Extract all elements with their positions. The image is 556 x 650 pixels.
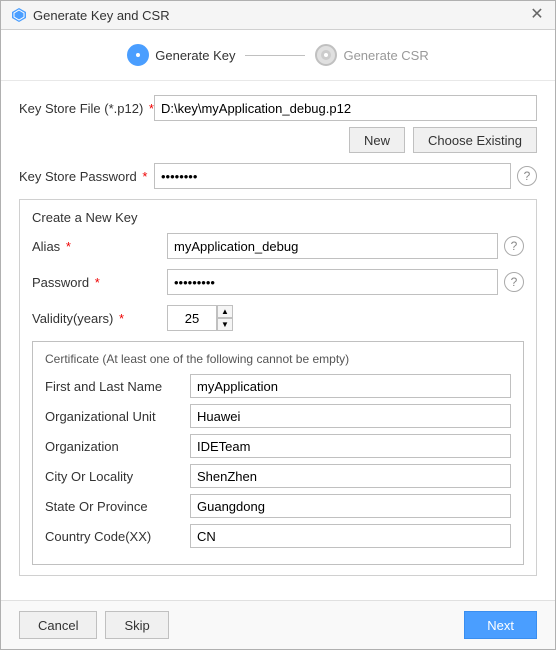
password-help-icon[interactable]: ? bbox=[517, 166, 537, 186]
keystore-label: Key Store File (*.p12) * bbox=[19, 101, 154, 116]
key-password-label: Password * bbox=[32, 275, 167, 290]
cert-row-2: Organization bbox=[45, 434, 511, 458]
validity-spinner: ▲ ▼ bbox=[167, 305, 233, 331]
cert-label-3: City Or Locality bbox=[45, 469, 190, 484]
password-field bbox=[154, 163, 511, 189]
title-bar-left: Generate Key and CSR bbox=[11, 7, 170, 23]
keystore-row: Key Store File (*.p12) * bbox=[19, 95, 537, 121]
spinner-up-button[interactable]: ▲ bbox=[217, 305, 233, 318]
key-password-input[interactable] bbox=[167, 269, 498, 295]
dialog-footer: Cancel Skip Next bbox=[1, 600, 555, 649]
form-content: Key Store File (*.p12) * New Choose Exis… bbox=[1, 81, 555, 600]
cert-label-1: Organizational Unit bbox=[45, 409, 190, 424]
step-dot-icon bbox=[320, 49, 332, 61]
skip-button[interactable]: Skip bbox=[105, 611, 168, 639]
validity-row: Validity(years) * ▲ ▼ bbox=[32, 305, 524, 331]
cert-input-3[interactable] bbox=[190, 464, 511, 488]
key-password-help-icon[interactable]: ? bbox=[504, 272, 524, 292]
keystore-input[interactable] bbox=[154, 95, 537, 121]
cert-section-title: Certificate (At least one of the followi… bbox=[45, 352, 511, 366]
cancel-button[interactable]: Cancel bbox=[19, 611, 97, 639]
cert-row-0: First and Last Name bbox=[45, 374, 511, 398]
password-row: Key Store Password * ? bbox=[19, 163, 537, 189]
validity-input[interactable] bbox=[167, 305, 217, 331]
cert-input-4[interactable] bbox=[190, 494, 511, 518]
key-password-field bbox=[167, 269, 498, 295]
new-key-title: Create a New Key bbox=[32, 210, 524, 225]
step-circle-2 bbox=[315, 44, 337, 66]
spinner-controls: ▲ ▼ bbox=[217, 305, 233, 331]
password-label: Key Store Password * bbox=[19, 169, 154, 184]
cert-row-5: Country Code(XX) bbox=[45, 524, 511, 548]
cert-input-5[interactable] bbox=[190, 524, 511, 548]
cert-label-2: Organization bbox=[45, 439, 190, 454]
close-button[interactable]: ✕ bbox=[529, 7, 545, 23]
certificate-section: Certificate (At least one of the followi… bbox=[32, 341, 524, 565]
required-star-validity: * bbox=[119, 311, 124, 326]
cert-row-3: City Or Locality bbox=[45, 464, 511, 488]
step-check-icon bbox=[132, 49, 144, 61]
step-generate-csr: Generate CSR bbox=[315, 44, 428, 66]
required-star-alias: * bbox=[66, 239, 71, 254]
app-icon bbox=[11, 7, 27, 23]
cert-input-0[interactable] bbox=[190, 374, 511, 398]
cert-label-4: State Or Province bbox=[45, 499, 190, 514]
cert-input-1[interactable] bbox=[190, 404, 511, 428]
cert-input-2[interactable] bbox=[190, 434, 511, 458]
required-star-pw: * bbox=[142, 169, 147, 184]
key-password-row: Password * ? bbox=[32, 269, 524, 295]
alias-label: Alias * bbox=[32, 239, 167, 254]
alias-row: Alias * ? bbox=[32, 233, 524, 259]
cert-label-5: Country Code(XX) bbox=[45, 529, 190, 544]
next-button[interactable]: Next bbox=[464, 611, 537, 639]
step-label-2: Generate CSR bbox=[343, 48, 428, 63]
footer-left-buttons: Cancel Skip bbox=[19, 611, 169, 639]
new-button[interactable]: New bbox=[349, 127, 405, 153]
step-circle-1 bbox=[127, 44, 149, 66]
alias-input[interactable] bbox=[167, 233, 498, 259]
step-label-1: Generate Key bbox=[155, 48, 235, 63]
keystore-buttons-row: New Choose Existing bbox=[19, 127, 537, 153]
dialog-window: Generate Key and CSR ✕ Generate Key Gene… bbox=[0, 0, 556, 650]
cert-row-4: State Or Province bbox=[45, 494, 511, 518]
choose-existing-button[interactable]: Choose Existing bbox=[413, 127, 537, 153]
alias-help-icon[interactable]: ? bbox=[504, 236, 524, 256]
required-star-keypw: * bbox=[95, 275, 100, 290]
alias-field bbox=[167, 233, 498, 259]
new-key-section: Create a New Key Alias * ? Password * bbox=[19, 199, 537, 576]
keystore-field bbox=[154, 95, 537, 121]
cert-label-0: First and Last Name bbox=[45, 379, 190, 394]
step-connector bbox=[245, 55, 305, 56]
step-generate-key: Generate Key bbox=[127, 44, 235, 66]
steps-bar: Generate Key Generate CSR bbox=[1, 30, 555, 81]
title-bar: Generate Key and CSR ✕ bbox=[1, 1, 555, 30]
dialog-title: Generate Key and CSR bbox=[33, 8, 170, 23]
spinner-down-button[interactable]: ▼ bbox=[217, 318, 233, 331]
cert-row-1: Organizational Unit bbox=[45, 404, 511, 428]
password-input[interactable] bbox=[154, 163, 511, 189]
validity-label: Validity(years) * bbox=[32, 311, 167, 326]
